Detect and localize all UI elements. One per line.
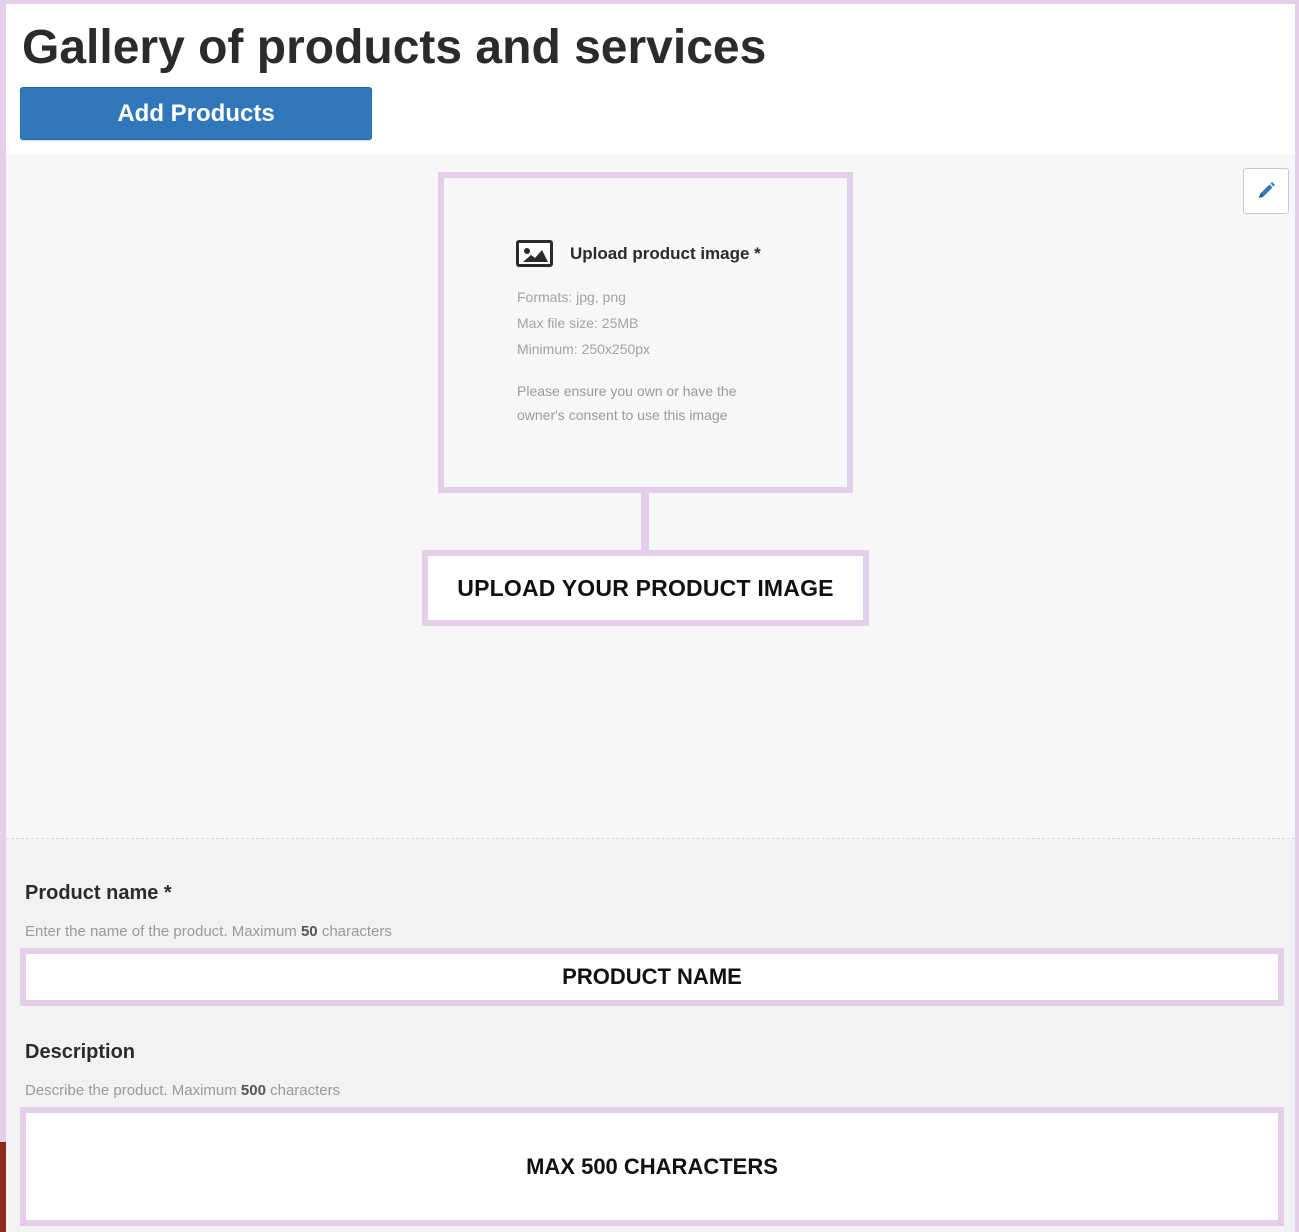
upload-heading: Upload product image * [516, 240, 761, 267]
description-help: Describe the product. Maximum 500 charac… [25, 1082, 341, 1099]
upload-consent-note: Please ensure you own or have the owner'… [517, 383, 737, 423]
edit-button[interactable] [1243, 168, 1289, 214]
upload-max-size: Max file size: 25MB [517, 315, 639, 331]
upload-formats: Formats: jpg, png [517, 289, 626, 305]
add-products-button[interactable]: Add Products [20, 87, 372, 140]
image-upload-dropzone[interactable]: Upload product image * Formats: jpg, png… [438, 172, 853, 493]
upload-title: Upload product image * [570, 243, 761, 263]
description-textarea[interactable]: MAX 500 CHARACTERS [20, 1107, 1284, 1226]
upload-requirements: Formats: jpg, png Max file size: 25MB Mi… [517, 284, 650, 362]
callout-connector [641, 493, 649, 551]
page-title: Gallery of products and services [22, 21, 767, 74]
image-icon [516, 240, 553, 267]
product-form: Product name * Enter the name of the pro… [6, 839, 1295, 1232]
upload-callout: UPLOAD YOUR PRODUCT IMAGE [422, 550, 869, 626]
page-header: Gallery of products and services Add Pro… [6, 4, 1295, 154]
product-name-help: Enter the name of the product. Maximum 5… [25, 923, 392, 940]
product-name-input[interactable]: PRODUCT NAME [20, 948, 1284, 1006]
corner-accent [0, 1142, 6, 1232]
product-name-label: Product name * [25, 882, 172, 904]
description-label: Description [25, 1041, 136, 1063]
pencil-icon [1259, 182, 1275, 198]
upload-minimum: Minimum: 250x250px [517, 341, 651, 357]
